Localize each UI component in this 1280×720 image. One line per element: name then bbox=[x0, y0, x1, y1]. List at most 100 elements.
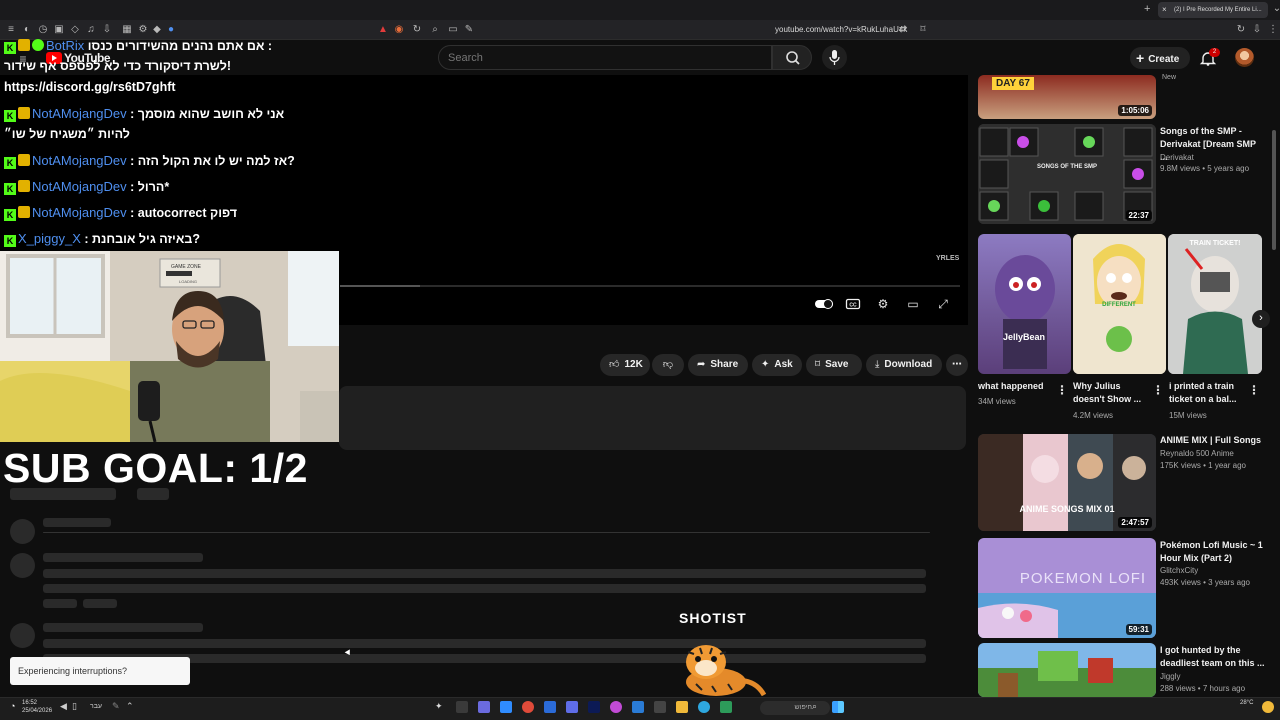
wifi-icon[interactable]: ◔ bbox=[10, 701, 22, 713]
app-icon[interactable]: ● bbox=[164, 23, 178, 37]
fullscreen-icon[interactable]: ⤢ bbox=[935, 296, 951, 312]
taskbar-app-icon[interactable] bbox=[720, 701, 732, 713]
taskbar-app-icon[interactable] bbox=[544, 701, 556, 713]
short-title[interactable]: i printed a train ticket on a bal... bbox=[1169, 380, 1245, 406]
taskbar-app-icon[interactable] bbox=[610, 701, 622, 713]
short-title[interactable]: what happened bbox=[978, 380, 1048, 393]
menu-icon[interactable]: ≡ bbox=[4, 23, 18, 37]
notes-icon[interactable]: ♫ bbox=[84, 23, 98, 37]
short-thumbnail[interactable]: TRAIN TICKET! bbox=[1168, 234, 1262, 374]
channel-name[interactable]: GlitchxCity bbox=[1160, 565, 1270, 576]
short-menu-icon[interactable]: ⋮ bbox=[1152, 383, 1164, 397]
ask-button[interactable]: ✦ Ask bbox=[752, 354, 802, 376]
video-title[interactable]: ANIME MIX | Full Songs bbox=[1160, 434, 1272, 447]
video-thumbnail[interactable] bbox=[978, 643, 1156, 697]
taskbar-app-icon[interactable] bbox=[500, 701, 512, 713]
description-box[interactable] bbox=[339, 386, 966, 450]
taskbar-app-icon[interactable] bbox=[654, 701, 666, 713]
settings-gear-icon[interactable]: ⚙ bbox=[875, 296, 891, 312]
taskbar-app-icon[interactable] bbox=[588, 701, 600, 713]
like-button[interactable]: 👍︎ 12K bbox=[600, 354, 650, 376]
dislike-button[interactable]: 👎︎ bbox=[652, 354, 684, 376]
screen-icon[interactable]: ▭ bbox=[446, 23, 460, 37]
share-button[interactable]: ➦ Share bbox=[688, 354, 748, 376]
chevron-down-icon[interactable]: ⌄ bbox=[1270, 2, 1280, 16]
shorts-next-button[interactable]: › bbox=[1252, 310, 1270, 328]
short-thumbnail[interactable]: JellyBean bbox=[978, 234, 1071, 374]
sidebar-scrollbar[interactable] bbox=[1272, 130, 1276, 250]
refresh-icon[interactable]: ↻ bbox=[1234, 23, 1248, 37]
weather-temp[interactable]: 28°C bbox=[1240, 700, 1253, 706]
thumbnail-text: ANIME SONGS MIX 01 bbox=[1019, 504, 1114, 514]
short-menu-icon[interactable]: ⋮ bbox=[1248, 383, 1260, 397]
address-bar-url[interactable]: youtube.com/watch?v=kRukLuhaU4k bbox=[775, 25, 907, 34]
video-progress-bar[interactable] bbox=[340, 285, 960, 287]
taskbar-app-icon[interactable] bbox=[478, 701, 490, 713]
autoplay-toggle[interactable] bbox=[814, 296, 834, 312]
taskbar-clock[interactable]: 16:52 25/04/2026 bbox=[22, 699, 52, 715]
video-stats: 9.8M views • 5 years ago bbox=[1160, 164, 1250, 173]
file-explorer-icon[interactable] bbox=[676, 701, 688, 713]
close-tab-icon[interactable]: × bbox=[1162, 2, 1167, 18]
downloads-icon[interactable]: ⇩ bbox=[100, 23, 114, 37]
channel-name[interactable]: Reynaldo 500 Anime bbox=[1160, 448, 1270, 459]
user-avatar[interactable] bbox=[1235, 48, 1254, 67]
bookmark-icon[interactable]: ◇ bbox=[68, 23, 82, 37]
windows-start-icon[interactable] bbox=[832, 701, 844, 713]
battery-icon[interactable]: ▯ bbox=[72, 701, 84, 713]
reload-icon[interactable]: ↻ bbox=[410, 23, 424, 37]
taskbar-app-icon[interactable] bbox=[456, 701, 468, 713]
history-icon[interactable]: ◷ bbox=[36, 23, 50, 37]
plus-icon: + bbox=[1136, 50, 1145, 66]
video-thumbnail[interactable]: DAY 67 1:05:06 bbox=[978, 75, 1156, 119]
diamond-icon[interactable]: ◆ bbox=[150, 23, 164, 37]
shield-icon[interactable]: ◉ bbox=[392, 23, 406, 37]
search-input[interactable] bbox=[448, 50, 748, 66]
video-title[interactable]: I got hunted by the deadliest team on th… bbox=[1160, 644, 1272, 670]
browser-tab-active[interactable]: × (2) I Pre Recorded My Entire Li... bbox=[1158, 2, 1268, 18]
volume-icon[interactable]: ◀ bbox=[60, 701, 72, 713]
extension-icon[interactable]: ◐ bbox=[20, 23, 34, 37]
more-actions-button[interactable]: ⋯ bbox=[946, 354, 968, 376]
more-icon[interactable]: ⋮ bbox=[1266, 23, 1280, 37]
channel-name[interactable]: Jiggly bbox=[1160, 671, 1270, 682]
tabs-icon[interactable]: ▣ bbox=[52, 23, 66, 37]
channel-name[interactable]: Derivakat bbox=[1160, 152, 1270, 163]
translate-icon[interactable]: ⇄ bbox=[896, 23, 910, 37]
taskbar-app-icon[interactable] bbox=[698, 701, 710, 713]
interruption-toast[interactable]: Experiencing interruptions? bbox=[10, 657, 190, 685]
download-button[interactable]: ⤓ Download bbox=[866, 354, 942, 376]
kick-badge-icon: K bbox=[4, 235, 16, 247]
short-title[interactable]: Why Julius doesn't Show ... bbox=[1073, 380, 1147, 406]
wand-icon[interactable]: ✎ bbox=[462, 23, 476, 37]
screenshot-icon[interactable]: ▦ bbox=[120, 23, 134, 37]
search-icon[interactable]: ⌕ bbox=[428, 23, 442, 37]
video-title[interactable]: Pokémon Lofi Music ~ 1 Hour Mix (Part 2) bbox=[1160, 539, 1272, 565]
short-menu-icon[interactable]: ⋮ bbox=[1056, 383, 1068, 397]
video-thumbnail[interactable]: SONGS OF THE SMP 22:37 bbox=[978, 124, 1156, 224]
taskbar-app-icon[interactable] bbox=[632, 701, 644, 713]
taskbar-app-icon[interactable] bbox=[566, 701, 578, 713]
thumbnail-text: DIFFERENT bbox=[1102, 302, 1136, 308]
download-icon[interactable]: ⇩ bbox=[1250, 23, 1264, 37]
create-button[interactable]: + Create bbox=[1130, 47, 1190, 69]
taskbar-app-icon[interactable] bbox=[522, 701, 534, 713]
video-thumbnail[interactable]: POKEMON LOFI 59:31 bbox=[978, 538, 1156, 638]
search-button[interactable] bbox=[772, 45, 812, 70]
theater-mode-icon[interactable]: ▭ bbox=[905, 296, 921, 312]
chevron-up-icon[interactable]: ⌃ bbox=[126, 701, 138, 713]
short-thumbnail[interactable]: DIFFERENT bbox=[1073, 234, 1166, 374]
language-indicator[interactable]: עבר bbox=[90, 703, 102, 710]
save-button[interactable]: ⌑ Save bbox=[806, 354, 862, 376]
gear-icon[interactable]: ⚙ bbox=[136, 23, 150, 37]
captions-icon[interactable]: CC bbox=[845, 296, 861, 312]
voice-search-button[interactable] bbox=[822, 45, 847, 70]
warning-icon[interactable]: ▲ bbox=[376, 23, 390, 37]
pen-icon[interactable]: ✎ bbox=[112, 701, 124, 713]
new-tab-button[interactable]: + bbox=[1144, 3, 1150, 15]
pin-icon[interactable]: ✦ bbox=[435, 701, 447, 713]
chat-message: להיות ״משגיח של שו״ bbox=[4, 127, 130, 141]
video-stats: 175K views • 1 year ago bbox=[1160, 461, 1246, 470]
video-thumbnail[interactable]: ANIME SONGS MIX 01 2:47:57 bbox=[978, 434, 1156, 531]
bookmark-star-icon[interactable]: ⌑ bbox=[916, 23, 930, 37]
